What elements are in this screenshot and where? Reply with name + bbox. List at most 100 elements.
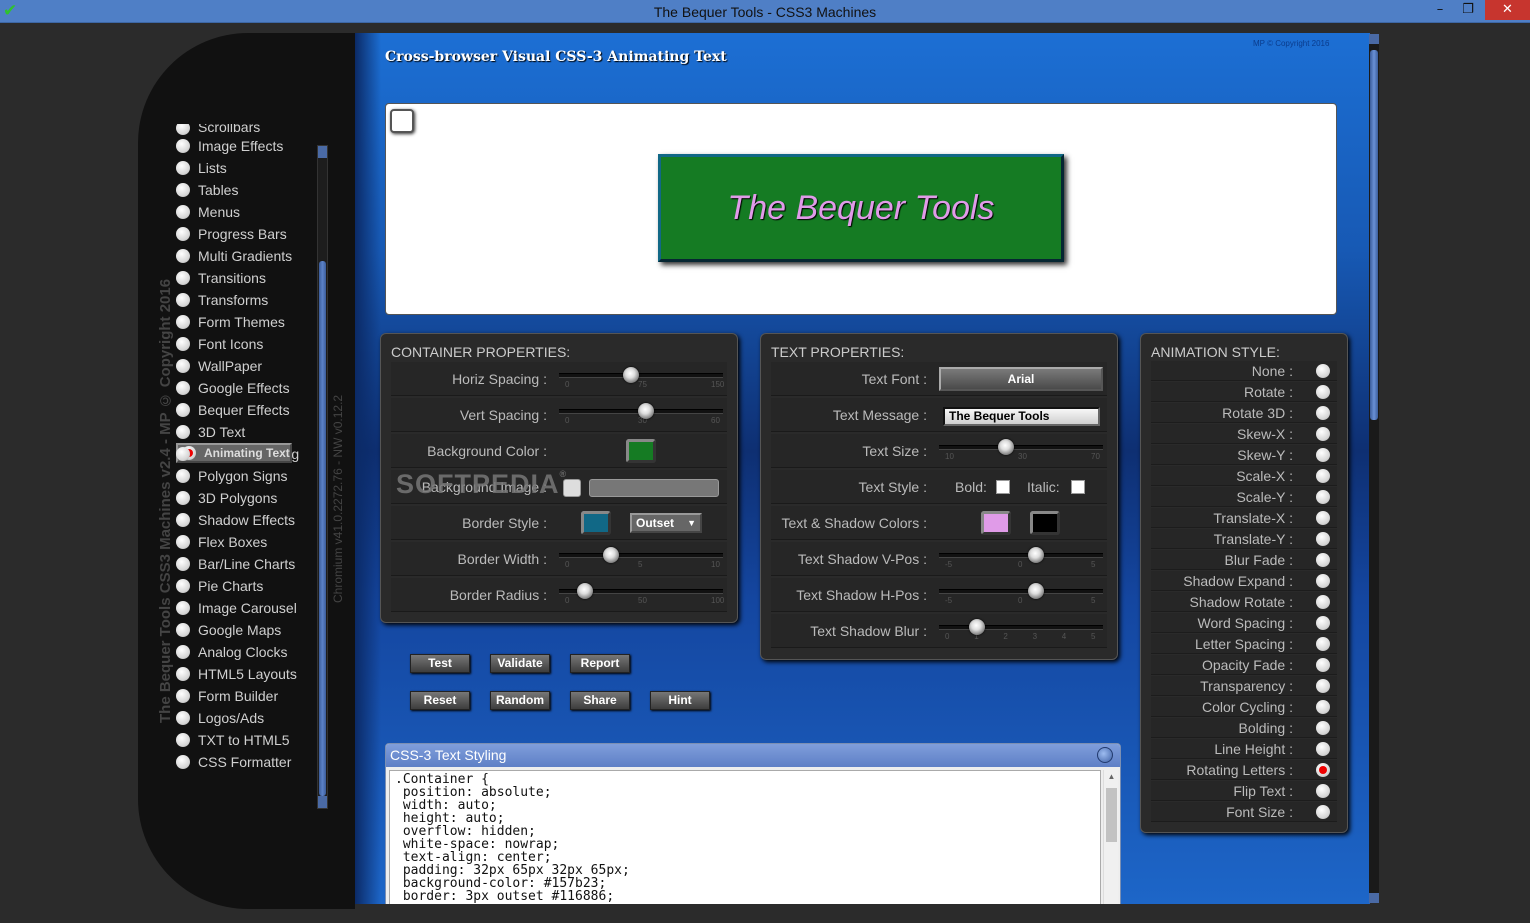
background-image-field[interactable] <box>589 479 719 497</box>
border-radius-slider[interactable]: 0 50 100 <box>559 583 724 607</box>
animation-option[interactable]: Opacity Fade : <box>1151 655 1337 675</box>
shadow-vpos-slider[interactable]: -5 0 5 <box>939 547 1103 571</box>
animation-option[interactable]: Shadow Expand : <box>1151 571 1337 591</box>
sidebar-item[interactable]: Font Icons <box>176 333 316 355</box>
sidebar-item[interactable]: Pie Charts <box>176 575 316 597</box>
radio-icon[interactable] <box>1316 427 1330 441</box>
radio-icon[interactable] <box>1316 406 1330 420</box>
sidebar-item[interactable]: WallPaper <box>176 355 316 377</box>
animation-option[interactable]: Rotating Letters : <box>1151 760 1337 780</box>
shadow-color-swatch[interactable] <box>1030 511 1060 535</box>
radio-icon[interactable] <box>1316 805 1330 819</box>
slider-knob[interactable] <box>998 439 1015 455</box>
scroll-up-arrow-icon[interactable]: ▲ <box>1104 772 1119 781</box>
radio-icon[interactable] <box>176 403 190 417</box>
radio-icon[interactable] <box>176 535 190 549</box>
slider-knob[interactable] <box>576 583 593 599</box>
sidebar-item[interactable]: Image Effects <box>176 135 316 157</box>
radio-icon[interactable] <box>176 139 190 153</box>
radio-icon[interactable] <box>176 733 190 747</box>
animation-option[interactable]: Font Size : <box>1151 802 1337 822</box>
animation-option[interactable]: Scale-X : <box>1151 466 1337 486</box>
radio-icon[interactable] <box>176 249 190 263</box>
main-scroll-thumb[interactable] <box>1370 50 1378 420</box>
radio-icon[interactable] <box>176 315 190 329</box>
radio-icon[interactable] <box>176 689 190 703</box>
collapse-icon[interactable] <box>1097 747 1113 763</box>
radio-icon[interactable] <box>1316 595 1330 609</box>
radio-icon[interactable] <box>176 183 190 197</box>
radio-icon[interactable] <box>176 513 190 527</box>
text-font-button[interactable]: Arial <box>939 367 1103 391</box>
sidebar-item[interactable]: Form Themes <box>176 311 316 333</box>
animation-option[interactable]: Blur Fade : <box>1151 550 1337 570</box>
radio-icon[interactable] <box>176 447 190 461</box>
radio-icon[interactable] <box>176 227 190 241</box>
sidebar-item[interactable]: Transforms <box>176 289 316 311</box>
radio-icon[interactable] <box>1316 658 1330 672</box>
sidebar-item[interactable]: 3D Polygons <box>176 487 316 509</box>
radio-icon[interactable] <box>176 161 190 175</box>
text-message-input[interactable]: The Bequer Tools <box>943 407 1100 426</box>
radio-icon[interactable] <box>1316 721 1330 735</box>
radio-icon[interactable] <box>1316 490 1330 504</box>
sidebar-item[interactable]: Progress Bars <box>176 223 316 245</box>
italic-checkbox[interactable] <box>1071 480 1085 494</box>
sidebar-item[interactable]: Analog Clocks <box>176 641 316 663</box>
slider-knob[interactable] <box>623 367 640 383</box>
animation-option[interactable]: Rotate : <box>1151 382 1337 402</box>
radio-icon[interactable] <box>1316 616 1330 630</box>
slider-knob[interactable] <box>637 403 654 419</box>
radio-icon[interactable] <box>1316 574 1330 588</box>
sidebar-scroll-thumb[interactable] <box>319 261 326 796</box>
sidebar-item[interactable]: Tables <box>176 179 316 201</box>
radio-icon[interactable] <box>176 205 190 219</box>
animation-option[interactable]: Letter Spacing : <box>1151 634 1337 654</box>
border-style-select[interactable]: Outset ▼ <box>630 513 702 533</box>
sidebar-item[interactable]: Menus <box>176 201 316 223</box>
radio-icon[interactable] <box>1316 679 1330 693</box>
sidebar-item[interactable]: Google Effects <box>176 377 316 399</box>
animation-option[interactable]: Flip Text : <box>1151 781 1337 801</box>
radio-icon[interactable] <box>176 293 190 307</box>
slider-track[interactable] <box>559 553 723 558</box>
scroll-up-arrow-icon[interactable] <box>318 146 327 158</box>
animation-option[interactable]: Rotate 3D : <box>1151 403 1337 423</box>
report-button[interactable]: Report <box>570 654 630 673</box>
slider-knob[interactable] <box>603 547 620 563</box>
css-code-area[interactable]: .Container { position: absolute; width: … <box>389 770 1101 904</box>
sidebar-item[interactable]: Polygon Signs <box>176 465 316 487</box>
animation-option[interactable]: Shadow Rotate : <box>1151 592 1337 612</box>
animation-option[interactable]: Line Height : <box>1151 739 1337 759</box>
text-size-slider[interactable]: 10 30 70 <box>939 439 1103 463</box>
sidebar-item[interactable]: Form Builder <box>176 685 316 707</box>
css-code-scrollbar[interactable]: ▲ <box>1103 770 1118 904</box>
sidebar-item[interactable]: Image Carousel <box>176 597 316 619</box>
radio-icon[interactable] <box>1316 763 1330 777</box>
sidebar-item[interactable]: HTML5 Layouts <box>176 663 316 685</box>
sidebar-item[interactable]: Animating Text <box>176 443 292 463</box>
sidebar-item[interactable]: Bar/Line Charts <box>176 553 316 575</box>
animation-option[interactable]: Translate-Y : <box>1151 529 1337 549</box>
slider-track[interactable] <box>559 373 723 378</box>
radio-icon[interactable] <box>1316 742 1330 756</box>
slider-knob[interactable] <box>1027 547 1044 563</box>
sidebar-item-partial[interactable]: Scrollbars <box>176 124 316 135</box>
radio-icon[interactable] <box>176 271 190 285</box>
sidebar-item[interactable]: Google Maps <box>176 619 316 641</box>
hint-button[interactable]: Hint <box>650 691 710 710</box>
radio-icon[interactable] <box>176 359 190 373</box>
sidebar-item[interactable]: TXT to HTML5 <box>176 729 316 751</box>
radio-icon[interactable] <box>176 711 190 725</box>
radio-icon[interactable] <box>176 491 190 505</box>
radio-icon[interactable] <box>176 579 190 593</box>
radio-icon[interactable] <box>1316 637 1330 651</box>
sidebar-scrollbar[interactable] <box>317 145 328 809</box>
radio-icon[interactable] <box>1316 511 1330 525</box>
slider-knob[interactable] <box>968 619 985 635</box>
radio-icon[interactable] <box>176 755 190 769</box>
scroll-down-arrow-icon[interactable] <box>1369 893 1379 903</box>
close-icon[interactable]: ✕ <box>1485 0 1530 20</box>
slider-track[interactable] <box>939 625 1103 630</box>
animation-option[interactable]: Translate-X : <box>1151 508 1337 528</box>
